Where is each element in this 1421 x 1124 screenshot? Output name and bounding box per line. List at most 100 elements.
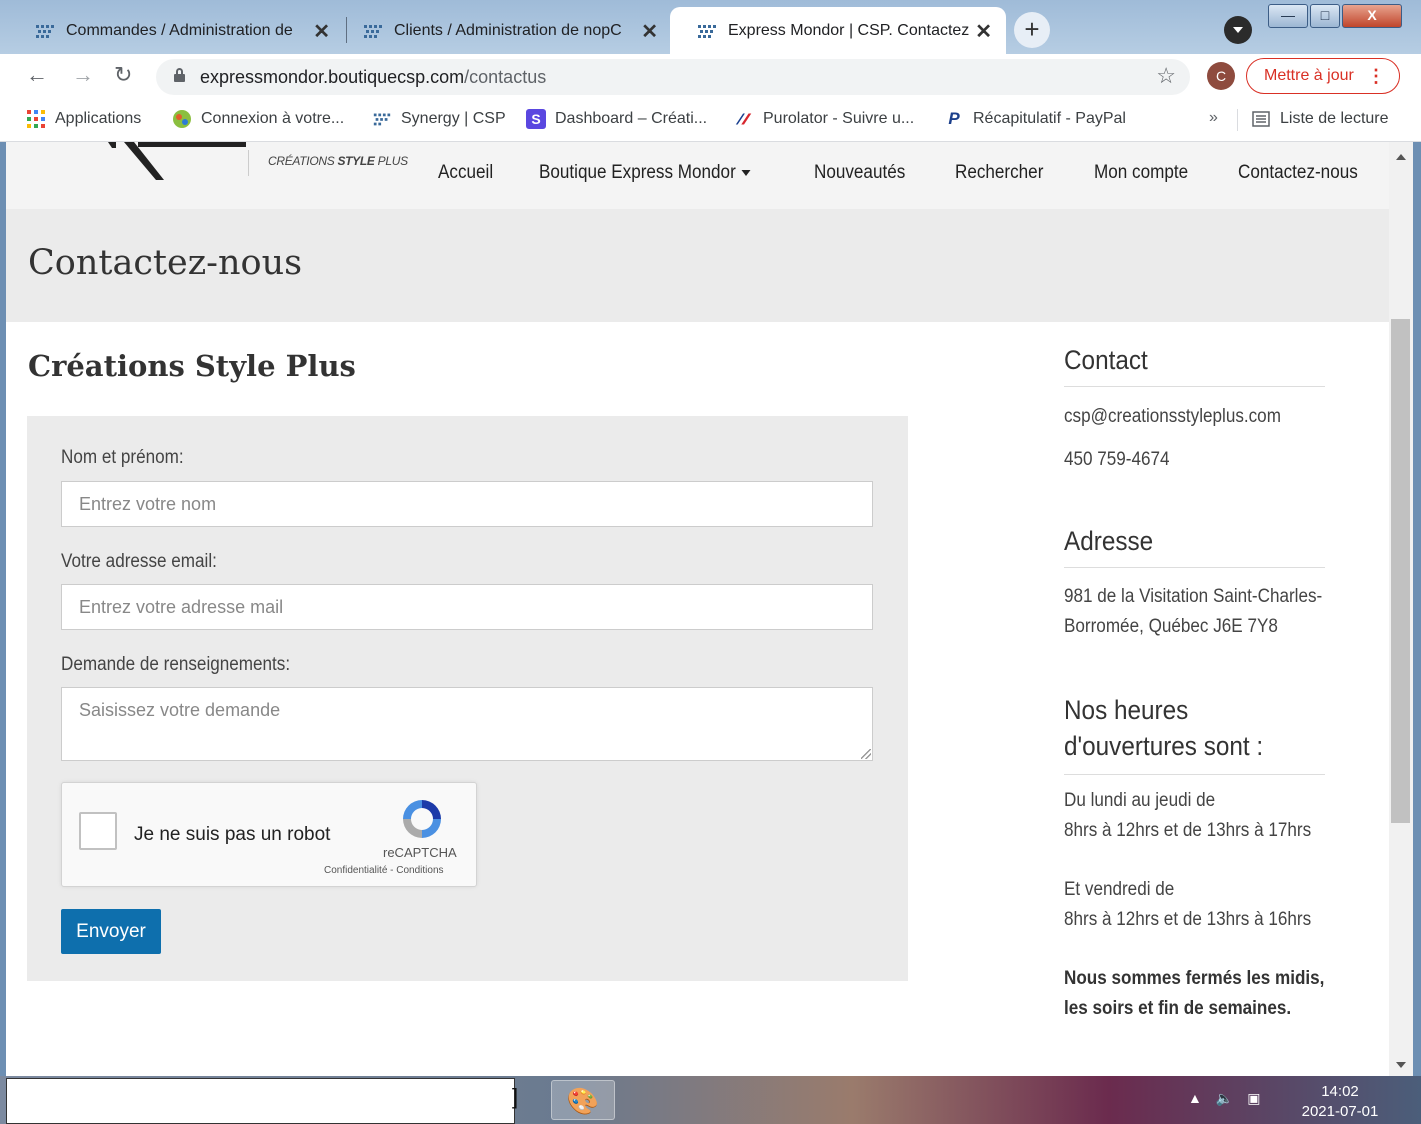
url-text: expressmondor.boutiquecsp.com/contactus [200,67,546,88]
recaptcha-checkbox[interactable] [79,812,117,850]
network-icon[interactable]: ▣ [1247,1090,1260,1107]
bookmarks-divider [1237,109,1238,131]
bookmarks-overflow-button[interactable]: » [1209,109,1218,127]
apps-grid-icon [26,109,46,129]
name-field[interactable] [61,481,873,527]
reading-list-button[interactable]: Liste de lecture [1251,109,1389,129]
logo-tagline-post: PLUS [374,154,408,168]
bookmark-label: Applications [55,110,142,127]
paint-app-icon[interactable]: 🎨 [551,1080,615,1120]
textarea-resize-handle[interactable] [861,749,871,759]
scroll-thumb[interactable] [1391,319,1410,823]
synergy-icon [696,22,718,40]
recaptcha-icon [399,796,445,842]
window-close-button[interactable]: X [1342,4,1402,28]
tab-title: Commandes / Administration de [66,21,293,39]
clock-time: 14:02 [1321,1083,1359,1100]
tab-title: Express Mondor | CSP. Contactez [728,21,970,39]
tab-clients[interactable]: Clients / Administration de nopC ✕ [336,7,672,54]
page-scrollbar[interactable] [1389,142,1413,1076]
reload-icon[interactable]: ↻ [114,62,132,88]
hours-weekdays-label: Du lundi au jeudi de [1064,790,1216,811]
tab-title: Clients / Administration de nopC [394,21,622,39]
minimize-button[interactable]: — [1268,4,1308,28]
globe-icon [172,109,192,129]
update-button[interactable]: Mettre à jour ⋮ [1246,58,1400,94]
scroll-up-icon[interactable] [1396,154,1406,160]
address-line-2: Borromée, Québec J6E 7Y8 [1064,616,1278,637]
bookmark-paypal[interactable]: P Récapitulatif - PayPal [944,109,1126,129]
bookmarks-bar: Applications Connexion à votre... Synerg… [0,99,1421,142]
site-logo[interactable] [56,142,298,182]
taskbar-clock[interactable]: 14:02 2021-07-01 [1290,1082,1390,1122]
message-label: Demande de renseignements: [61,654,291,675]
logo-tagline-pre: CRÉATIONS [268,154,338,168]
close-icon[interactable]: ✕ [313,19,330,44]
nav-contactez-nous[interactable]: Contactez-nous [1238,162,1358,184]
nav-boutique[interactable]: Boutique Express Mondor [539,162,751,184]
lock-icon[interactable] [174,68,185,82]
more-options-icon: ⋮ [1367,66,1385,86]
contact-phone: 450 759-4674 [1064,449,1170,470]
system-tray: ▲ 🔈 ▣ [1188,1090,1261,1107]
maximize-button[interactable]: □ [1310,4,1340,28]
email-label: Votre adresse email: [61,551,217,572]
closed-notice-line-2: les soirs et fin de semaines. [1064,998,1292,1019]
message-textarea[interactable] [61,687,873,761]
nav-mon-compte[interactable]: Mon compte [1094,162,1188,184]
page-title-band: Contactez-nous [6,209,1389,322]
page-viewport: CRÉATIONS STYLE PLUS Accueil Boutique Ex… [6,142,1389,1076]
bookmark-synergy[interactable]: Synergy | CSP [372,109,506,129]
hours-heading: Nos heures d'ouvertures sont : [1064,692,1325,775]
contact-email[interactable]: csp@creationsstyleplus.com [1064,402,1334,432]
hours-weekdays: 8hrs à 12hrs et de 13hrs à 17hrs [1064,820,1312,841]
paypal-icon: P [948,109,960,128]
email-field[interactable] [61,584,873,630]
bookmark-label: Dashboard – Créati... [555,110,708,127]
synergy-icon [372,109,392,129]
tray-expand-icon[interactable]: ▲ [1188,1090,1202,1107]
submit-button[interactable]: Envoyer [61,909,161,954]
synergy-icon [34,22,56,40]
bookmark-connexion[interactable]: Connexion à votre... [172,109,344,129]
section-title: Créations Style Plus [28,349,356,383]
reading-list-icon [1251,109,1271,129]
closed-notice-line-1: Nous sommes fermés les midis, [1064,968,1325,989]
back-icon[interactable]: ← [26,62,48,88]
address-line-1: 981 de la Visitation Saint-Charles- [1064,586,1323,607]
nav-rechercher[interactable]: Rechercher [955,162,1043,184]
profile-avatar[interactable]: C [1207,62,1235,90]
volume-icon[interactable]: 🔈 [1216,1090,1233,1107]
clock-date: 2021-07-01 [1301,1103,1379,1120]
browser-toolbar: ← → ↻ expressmondor.boutiquecsp.com/cont… [0,54,1421,99]
s-icon: S [526,109,546,129]
bookmark-applications[interactable]: Applications [26,109,141,129]
forward-icon[interactable]: → [72,62,94,88]
hours-friday: 8hrs à 12hrs et de 13hrs à 16hrs [1064,909,1312,930]
bookmark-purolator[interactable]: Purolator - Suivre u... [734,109,914,129]
tab-search-button[interactable] [1224,16,1252,44]
taskbar-edge-icon: ] [512,1084,519,1109]
scroll-down-icon[interactable] [1396,1062,1406,1068]
taskbar-search-box[interactable] [6,1078,515,1124]
close-icon[interactable]: ✕ [641,19,658,44]
contact-form: Nom et prénom: Votre adresse email: Dema… [27,416,908,981]
bookmark-star-icon[interactable]: ☆ [1156,63,1176,89]
recaptcha-privacy-terms-links[interactable]: Confidentialité - Conditions [324,865,444,876]
bookmark-label: Connexion à votre... [201,110,345,127]
tab-commandes[interactable]: Commandes / Administration de ✕ [8,7,344,54]
close-icon[interactable]: ✕ [975,19,992,44]
recaptcha-brand: reCAPTCHA [383,845,457,860]
bookmark-label: Purolator - Suivre u... [763,110,915,127]
nav-nouveautes[interactable]: Nouveautés [814,162,905,184]
nav-accueil[interactable]: Accueil [438,162,493,184]
name-label: Nom et prénom: [61,447,184,468]
logo-divider [248,150,249,176]
nav-boutique-label: Boutique Express Mondor [539,162,737,183]
tab-express-mondor[interactable]: Express Mondor | CSP. Contactez ✕ [670,7,1006,54]
bookmark-dashboard[interactable]: S Dashboard – Créati... [526,109,707,129]
main-nav: Accueil Boutique Express Mondor Nouveaut… [418,162,1389,184]
new-tab-button[interactable]: + [1014,12,1050,48]
address-bar[interactable]: expressmondor.boutiquecsp.com/contactus … [156,59,1190,95]
contact-heading: Contact [1064,345,1325,387]
